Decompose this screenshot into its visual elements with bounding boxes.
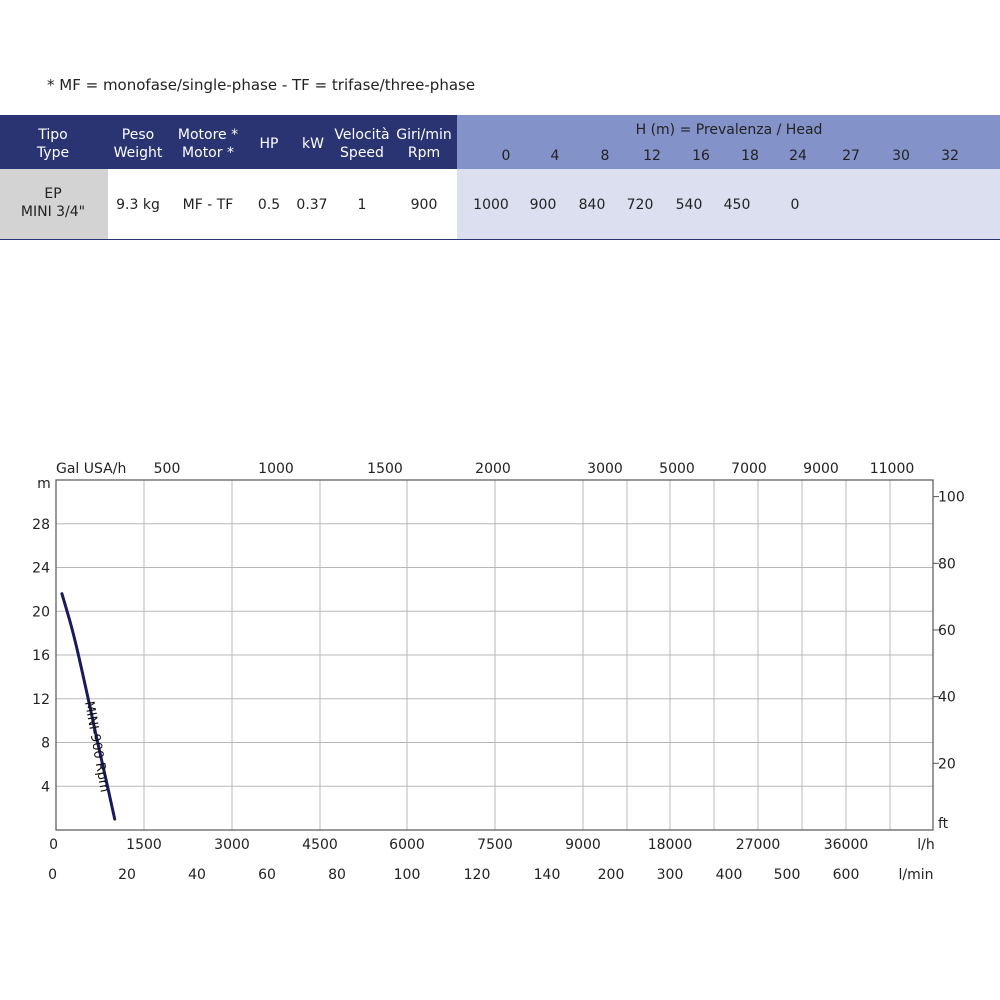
x-lmin-tick-label: 100 (394, 867, 421, 883)
cell-rpm: 900 (410, 197, 438, 213)
x-lh-tick-label: 7500 (477, 837, 513, 853)
pump-spec-table: Tipo Type Peso Weight Motore * Motor * H… (0, 115, 1000, 240)
y-tick-label: 24 (32, 561, 50, 577)
x-lmin-tick-label: 200 (598, 867, 625, 883)
head-value: 0 (501, 148, 511, 164)
x-lmin-tick-label: 40 (188, 867, 206, 883)
x-lh-axis-label: l/h (917, 837, 934, 853)
header-speed-en: Speed (340, 145, 384, 161)
cell-flow: 540 (675, 197, 703, 213)
x-lmin-tick-label: 60 (258, 867, 276, 883)
legend-note: * MF = monofase/single-phase - TF = trif… (47, 76, 476, 94)
header-motor: Motore * Motor * (178, 126, 238, 162)
head-value: 30 (892, 148, 910, 164)
cell-hp: 0.5 (257, 197, 281, 213)
x-lmin-axis-label: l/min (898, 867, 933, 883)
y2-tick-label: 100 (938, 490, 965, 506)
head-value: 27 (842, 148, 860, 164)
x-lh-tick-label: 1500 (126, 837, 162, 853)
top-tick-label: 5000 (659, 461, 695, 477)
top-axis-label: Gal USA/h (56, 461, 126, 477)
head-value: 18 (741, 148, 759, 164)
cell-weight: 9.3 kg (116, 197, 160, 213)
x-lmin-tick-label: 300 (657, 867, 684, 883)
y-tick-label: 20 (32, 604, 50, 620)
cell-flow: 900 (529, 197, 557, 213)
cell-motor: MF - TF (182, 197, 234, 213)
cell-type-model: MINI 3/4" (20, 204, 86, 220)
cell-type-series: EP (44, 186, 62, 202)
header-hp: HP (259, 136, 279, 152)
head-value: 24 (789, 148, 807, 164)
x-lh-tick-label: 27000 (736, 837, 781, 853)
pump-curve-chart: m 4 8 12 16 20 24 28 20 40 60 80 100 ft Gal USA/h 500 10… (0, 440, 1000, 900)
head-value: 16 (692, 148, 710, 164)
header-speed: Velocità Speed (334, 126, 389, 162)
y-axis-label: m (37, 476, 51, 492)
x-lh-tick-label: 4500 (302, 837, 338, 853)
top-tick-label: 3000 (587, 461, 623, 477)
x-lmin-tick-label: 500 (774, 867, 801, 883)
x-lh-tick-label: 0 (49, 837, 58, 853)
top-tick-label: 11000 (870, 461, 915, 477)
y2-tick-label: 40 (938, 690, 956, 706)
x-lmin-tick-label: 600 (833, 867, 860, 883)
top-tick-label: 7000 (731, 461, 767, 477)
x-lmin-tick-label: 400 (716, 867, 743, 883)
top-tick-label: 9000 (803, 461, 839, 477)
x-lmin-tick-label: 140 (534, 867, 561, 883)
x-lmin-tick-label: 80 (328, 867, 346, 883)
top-tick-label: 1500 (367, 461, 403, 477)
header-rpm-it: Giri/min (396, 127, 452, 143)
y-tick-label: 28 (32, 517, 50, 533)
head-title: H (m) = Prevalenza / Head (635, 122, 823, 138)
table-bottom-rule (0, 239, 1000, 240)
y-tick-label: 8 (41, 736, 50, 752)
y-tick-label: 4 (41, 779, 50, 795)
cell-flow: 1000 (473, 197, 509, 213)
header-motor-en: Motor * (182, 145, 234, 161)
head-value: 32 (941, 148, 959, 164)
y-tick-label: 12 (32, 692, 50, 708)
top-tick-label: 2000 (475, 461, 511, 477)
cell-flow: 0 (790, 197, 800, 213)
header-speed-it: Velocità (334, 127, 390, 143)
header-rpm: Giri/min Rpm (396, 126, 452, 162)
y2-tick-label: 60 (938, 623, 956, 639)
y2-tick-label: 80 (938, 556, 956, 572)
x-lh-tick-label: 18000 (648, 837, 693, 853)
header-type-en: Type (36, 145, 70, 161)
curve-label: MINI-900 Rpm (81, 700, 112, 793)
cell-flow: 450 (723, 197, 751, 213)
x-lh-tick-label: 36000 (824, 837, 869, 853)
x-lmin-tick-label: 20 (118, 867, 136, 883)
x-lh-tick-label: 3000 (214, 837, 250, 853)
y2-tick-label: 20 (938, 756, 956, 772)
header-kw: kW (302, 136, 324, 152)
top-tick-label: 1000 (258, 461, 294, 477)
header-weight-it: Peso (121, 127, 155, 143)
x-lmin-tick-label: 0 (48, 867, 57, 883)
y2-axis-label: ft (938, 816, 949, 832)
cell-speed: 1 (357, 197, 367, 213)
x-lh-tick-label: 6000 (389, 837, 425, 853)
cell-flow: 840 (578, 197, 606, 213)
header-weight-en: Weight (113, 145, 163, 161)
head-value: 12 (643, 148, 661, 164)
top-tick-label: 500 (154, 461, 181, 477)
header-weight: Peso Weight (114, 126, 163, 162)
header-type: Tipo Type (37, 126, 69, 162)
x-lh-tick-label: 9000 (565, 837, 601, 853)
header-motor-it: Motore * (177, 127, 239, 143)
header-rpm-en: Rpm (407, 145, 441, 161)
head-value: 4 (550, 148, 560, 164)
cell-type: EP MINI 3/4" (21, 185, 85, 221)
y-tick-label: 16 (32, 648, 50, 664)
x-lmin-tick-label: 120 (464, 867, 491, 883)
chart-svg: m 4 8 12 16 20 24 28 20 40 60 80 100 ft Gal USA/h 500 10… (32, 461, 965, 883)
header-type-it: Tipo (38, 127, 68, 143)
cell-flow: 720 (626, 197, 654, 213)
cell-kw: 0.37 (296, 197, 328, 213)
head-value: 8 (600, 148, 610, 164)
